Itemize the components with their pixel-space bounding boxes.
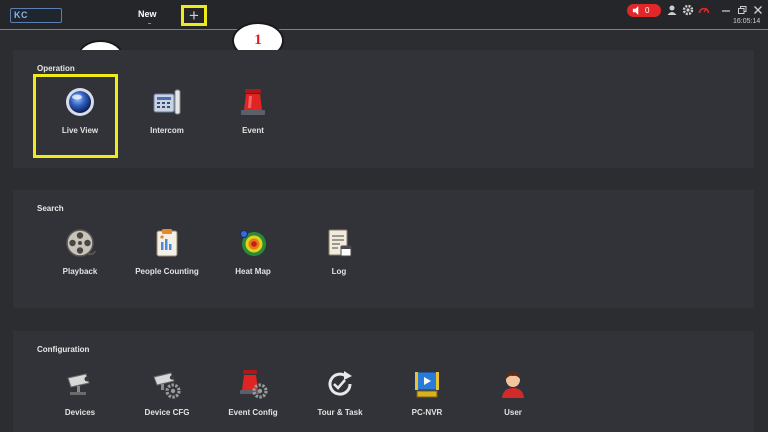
configuration-panel: Configuration Devices Device CFG Event C… <box>13 331 754 432</box>
intercom-item[interactable]: Intercom <box>122 86 212 135</box>
heat-map-item[interactable]: Heat Map <box>208 227 298 276</box>
search-panel: Search Playback People Counting Heat Map… <box>13 190 754 308</box>
device-cfg-item[interactable]: Device CFG <box>122 368 212 417</box>
user-item[interactable]: User <box>468 368 558 417</box>
people-counting-icon <box>156 229 178 257</box>
device-cfg-label: Device CFG <box>144 408 190 417</box>
heat-map-label: Heat Map <box>235 267 271 276</box>
tab-indicator <box>148 23 151 24</box>
playback-item[interactable]: Playback <box>35 227 125 276</box>
operation-panel: Operation Live View Intercom Event <box>13 50 754 168</box>
restore-icon[interactable] <box>736 4 748 16</box>
search-title: Search <box>37 204 64 213</box>
pc-nvr-label: PC-NVR <box>411 408 443 417</box>
event-siren-icon <box>241 89 265 115</box>
speaker-icon <box>632 6 639 15</box>
event-config-item[interactable]: Event Config <box>208 368 298 417</box>
film-reel-icon <box>66 229 96 257</box>
clock: 16:05:14 <box>733 18 761 25</box>
playback-label: Playback <box>62 267 98 276</box>
close-icon[interactable] <box>752 4 764 16</box>
user-label: User <box>504 408 522 417</box>
log-document-icon <box>328 229 352 257</box>
tour-task-item[interactable]: Tour & Task <box>295 368 385 417</box>
event-item[interactable]: Event <box>208 86 298 135</box>
alarm-badge[interactable]: 0 <box>627 4 661 17</box>
heat-map-icon <box>240 230 266 256</box>
siren-gear-icon <box>240 370 268 399</box>
pc-nvr-item[interactable]: PC-NVR <box>382 368 472 417</box>
event-config-label: Event Config <box>228 408 278 417</box>
user-icon <box>502 372 524 398</box>
camera-icon <box>67 373 90 395</box>
settings-gear-icon[interactable] <box>682 4 694 16</box>
people-counting-item[interactable]: People Counting <box>122 227 212 276</box>
app-logo: KC <box>10 8 62 23</box>
intercom-label: Intercom <box>150 126 184 135</box>
devices-item[interactable]: Devices <box>35 368 125 417</box>
tour-task-label: Tour & Task <box>317 408 363 417</box>
log-item[interactable]: Log <box>294 227 384 276</box>
configuration-title: Configuration <box>37 345 90 354</box>
live-view-highlight <box>33 74 118 158</box>
operation-title: Operation <box>37 64 75 73</box>
log-label: Log <box>331 267 347 276</box>
tab-new[interactable]: New <box>138 9 157 19</box>
minimize-icon[interactable] <box>720 4 732 16</box>
performance-gauge-icon[interactable] <box>698 4 710 16</box>
intercom-icon <box>153 89 181 115</box>
pc-nvr-icon <box>414 371 440 398</box>
devices-label: Devices <box>64 408 96 417</box>
title-bar: KC New + 0 16:05:14 <box>0 0 768 30</box>
event-label: Event <box>242 126 264 135</box>
people-counting-label: People Counting <box>135 267 199 276</box>
camera-gear-icon <box>153 372 181 399</box>
alarm-count: 0 <box>645 6 650 15</box>
tour-task-icon <box>328 371 352 396</box>
add-tab-button[interactable]: + <box>181 5 207 26</box>
user-account-icon[interactable] <box>666 4 678 16</box>
